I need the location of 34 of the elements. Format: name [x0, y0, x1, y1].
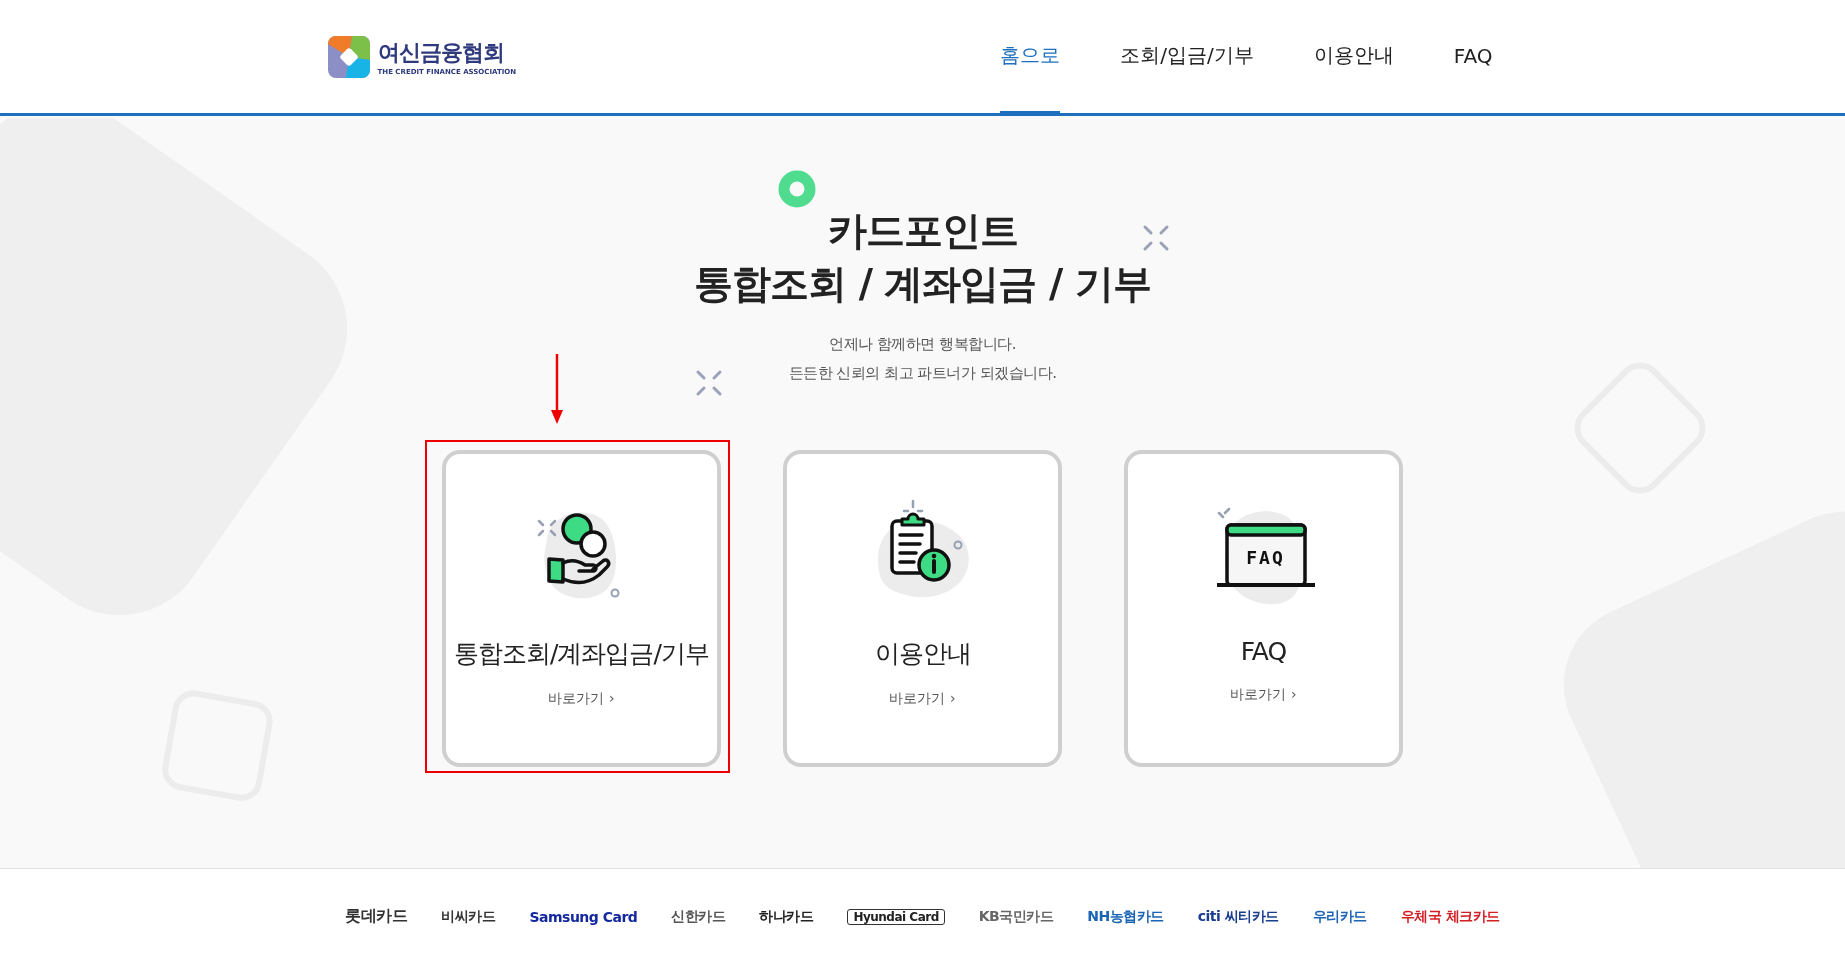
- logo-icon[interactable]: [327, 35, 370, 78]
- shortcut-link[interactable]: 바로가기 ›: [889, 690, 956, 708]
- ring-icon: [778, 170, 816, 208]
- card-brand-logo[interactable]: KB국민카드: [978, 907, 1054, 926]
- hero-subtitle: 언제나 함께하면 행복합니다.: [829, 334, 1016, 355]
- card-brand-logo[interactable]: 하나카드: [759, 907, 814, 926]
- card-brand-logo[interactable]: citi 씨티카드: [1197, 907, 1279, 926]
- menu-card[interactable]: FAQ FAQ 바로가기 ›: [1124, 450, 1403, 767]
- card-brand-logo[interactable]: 우리카드: [1312, 907, 1367, 926]
- hero-title: 통합조회 / 계좌입금 / 기부: [694, 260, 1151, 308]
- sparkle-icon: [1142, 224, 1170, 252]
- nav-tab[interactable]: 조회/입금/기부: [1120, 0, 1254, 116]
- menu-card[interactable]: 통합조회/계좌입금/기부 바로가기 ›: [442, 450, 721, 767]
- nav-tab[interactable]: 이용안내: [1313, 0, 1394, 116]
- card-title: 통합조회/계좌입금/기부: [454, 638, 709, 670]
- logo-name: 여신금융협회: [377, 38, 505, 67]
- menu-card[interactable]: 이용안내 바로가기 ›: [783, 450, 1062, 767]
- card-title: FAQ: [1240, 637, 1287, 666]
- hero-subtitle: 든든한 신뢰의 최고 파트너가 되겠습니다.: [788, 363, 1057, 384]
- nav-tab[interactable]: 홈으로: [1000, 0, 1061, 116]
- card-title: 이용안내: [874, 638, 971, 670]
- card-brand-logo[interactable]: 비씨카드: [441, 907, 496, 926]
- icon-label: FAQ: [1245, 547, 1286, 568]
- shortcut-link[interactable]: 바로가기 ›: [548, 690, 615, 708]
- nav-tab[interactable]: FAQ: [1453, 0, 1493, 116]
- card-brand-logo[interactable]: Hyundai Card: [847, 908, 945, 925]
- shortcut-link[interactable]: 바로가기 ›: [1230, 686, 1297, 704]
- card-brand-logo[interactable]: 신한카드: [671, 907, 726, 926]
- card-brand-logo[interactable]: Samsung Card: [529, 908, 638, 925]
- hero-title: 카드포인트: [827, 207, 1018, 255]
- card-brand-logo[interactable]: 롯데카드: [345, 906, 408, 927]
- card-brand-logo[interactable]: 우체국 체크카드: [1400, 907, 1500, 926]
- sparkle-icon: [695, 369, 723, 397]
- card-brand-logo[interactable]: NH농협카드: [1087, 907, 1164, 926]
